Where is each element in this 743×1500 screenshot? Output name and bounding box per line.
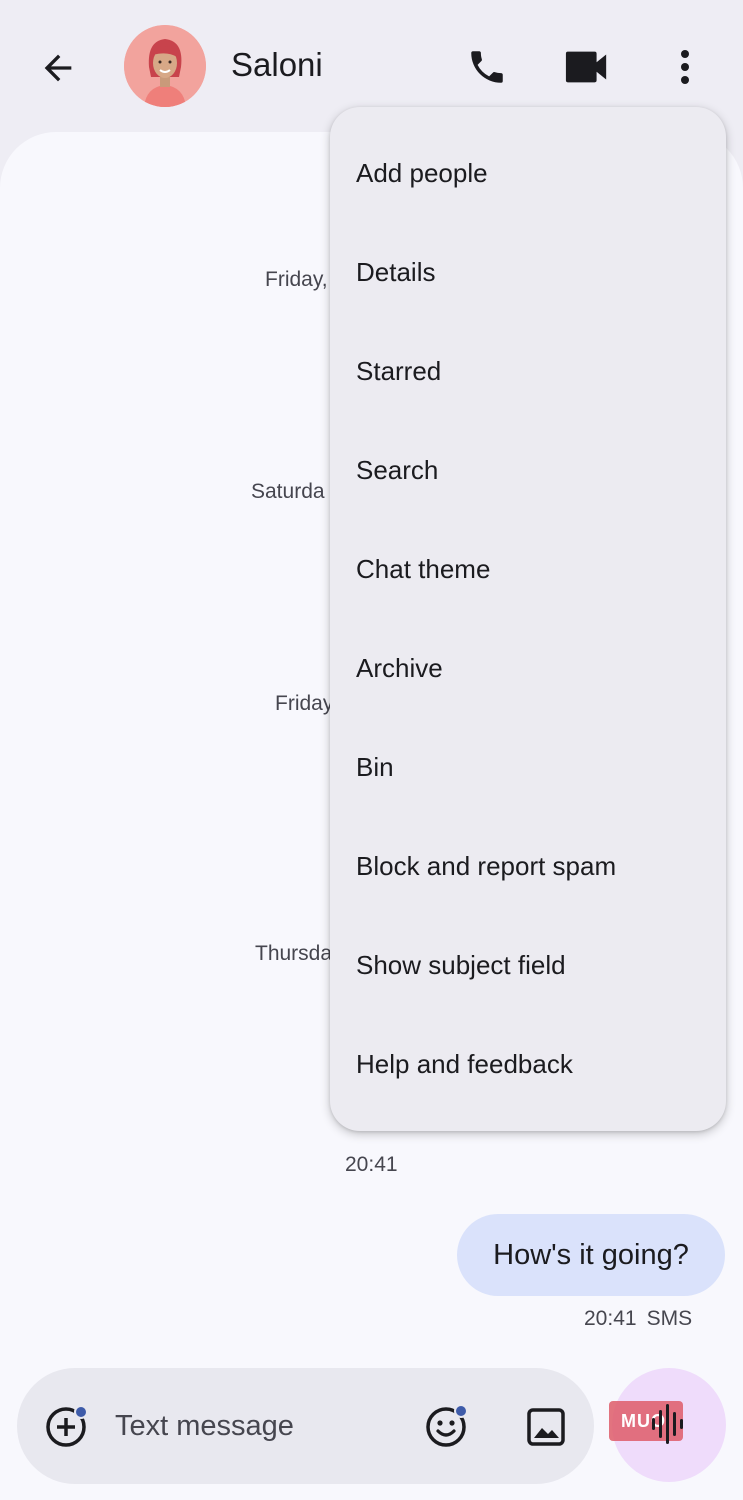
menu-item-archive[interactable]: Archive — [330, 619, 726, 718]
emoji-icon — [426, 1404, 468, 1447]
message-type: SMS — [646, 1307, 693, 1330]
menu-item-details[interactable]: Details — [330, 223, 726, 322]
contact-avatar[interactable] — [124, 25, 206, 107]
time-separator: 20:41 — [345, 1153, 398, 1176]
arrow-back-icon — [44, 54, 72, 82]
date-separator: Thursda — [255, 942, 333, 965]
avatar-person-icon — [124, 25, 206, 107]
back-button[interactable] — [34, 44, 82, 92]
menu-item-add-people[interactable]: Add people — [330, 124, 726, 223]
date-separator: Friday, — [265, 268, 328, 291]
contact-name[interactable]: Saloni — [231, 46, 323, 84]
video-call-icon — [565, 51, 607, 83]
more-options-button[interactable] — [664, 44, 706, 90]
menu-item-chat-theme[interactable]: Chat theme — [330, 520, 726, 619]
menu-item-starred[interactable]: Starred — [330, 322, 726, 421]
gallery-button[interactable] — [520, 1400, 572, 1452]
video-call-button[interactable] — [562, 44, 612, 90]
emoji-button[interactable] — [421, 1400, 473, 1452]
message-bubble-outgoing[interactable]: How's it going? — [457, 1214, 725, 1296]
menu-item-block-report-spam[interactable]: Block and report spam — [330, 817, 726, 916]
menu-item-show-subject-field[interactable]: Show subject field — [330, 916, 726, 1015]
attach-button[interactable] — [41, 1400, 93, 1452]
phone-icon — [471, 51, 503, 83]
message-status: 20:41 SMS — [584, 1307, 692, 1331]
menu-item-bin[interactable]: Bin — [330, 718, 726, 817]
message-input[interactable] — [115, 1406, 405, 1446]
overflow-menu: Add people Details Starred Search Chat t… — [330, 107, 726, 1131]
message-time: 20:41 — [584, 1307, 637, 1330]
add-circle-icon — [46, 1405, 88, 1447]
menu-item-search[interactable]: Search — [330, 421, 726, 520]
menu-item-help-feedback[interactable]: Help and feedback — [330, 1015, 726, 1114]
compose-bar — [17, 1368, 594, 1484]
date-separator: Saturda — [251, 480, 325, 503]
call-button[interactable] — [464, 44, 510, 90]
voice-wave-icon — [652, 1404, 683, 1444]
more-vert-icon — [681, 50, 689, 84]
date-separator: Friday — [275, 692, 334, 715]
gallery-icon — [527, 1408, 565, 1446]
